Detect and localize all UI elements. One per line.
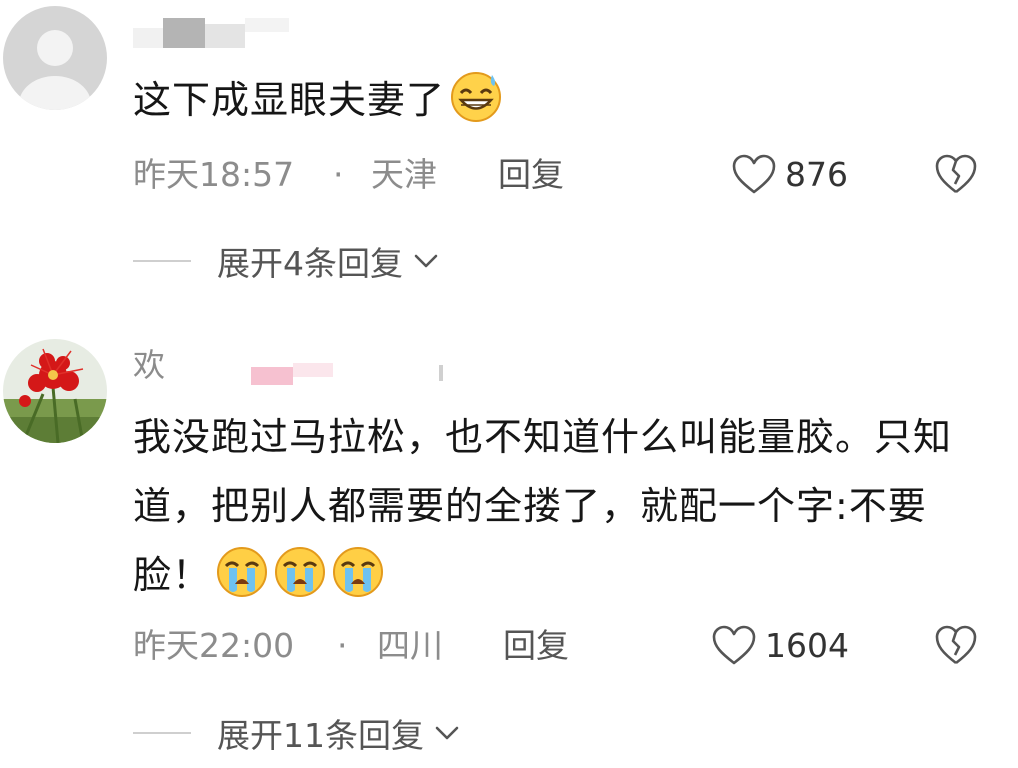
chevron-down-icon (435, 726, 459, 740)
divider-line (133, 260, 191, 262)
separator-dot: · (333, 155, 344, 194)
crying-emoji-icon (273, 544, 327, 598)
expand-replies-button[interactable]: 展开11条回复 (133, 708, 462, 758)
crying-emoji-icon (331, 544, 385, 598)
reply-button[interactable]: 回复 (503, 621, 569, 671)
like-count: 1604 (765, 626, 849, 665)
dislike-button[interactable] (934, 621, 978, 667)
heart-outline-icon (712, 625, 756, 665)
chevron-down-icon (414, 254, 438, 268)
avatar[interactable] (3, 6, 107, 110)
like-count: 876 (785, 155, 848, 194)
broken-heart-icon (935, 154, 977, 194)
comment-meta: 昨天22:00 · 四川 回复 1604 (133, 621, 978, 671)
comment-time: 昨天22:00 (133, 626, 295, 665)
like-button[interactable]: 876 (731, 150, 848, 200)
username-blurred[interactable]: 欢 (133, 345, 463, 385)
pixelated-username (133, 18, 289, 48)
flower-avatar-image (3, 339, 107, 443)
username-blurred[interactable] (133, 14, 303, 54)
crying-emoji-icon (215, 544, 269, 598)
comment-meta: 昨天18:57 · 天津 回复 876 (133, 150, 978, 200)
grinning-sweat-emoji-icon (449, 69, 503, 123)
heart-outline-icon (732, 154, 776, 194)
divider-line (133, 732, 191, 734)
like-button[interactable]: 1604 (711, 621, 849, 671)
dislike-button[interactable] (934, 150, 978, 196)
separator-dot: · (337, 626, 348, 665)
comment-time: 昨天18:57 (133, 155, 295, 194)
comment-text: 我没跑过马拉松，也不知道什么叫能量胶。只知道，把别人都需要的全搂了，就配一个字:… (133, 415, 953, 598)
broken-heart-icon (935, 625, 977, 665)
pixelated-username (251, 363, 443, 385)
comment-location: 天津 (371, 155, 437, 194)
default-avatar-icon (3, 6, 107, 110)
avatar[interactable] (3, 339, 107, 443)
comment-text: 这下成显眼夫妻了 (133, 66, 993, 135)
expand-replies-button[interactable]: 展开4条回复 (133, 236, 441, 286)
username-text: 欢 (133, 346, 166, 384)
comment-location: 四川 (377, 626, 443, 665)
reply-button[interactable]: 回复 (498, 150, 564, 200)
